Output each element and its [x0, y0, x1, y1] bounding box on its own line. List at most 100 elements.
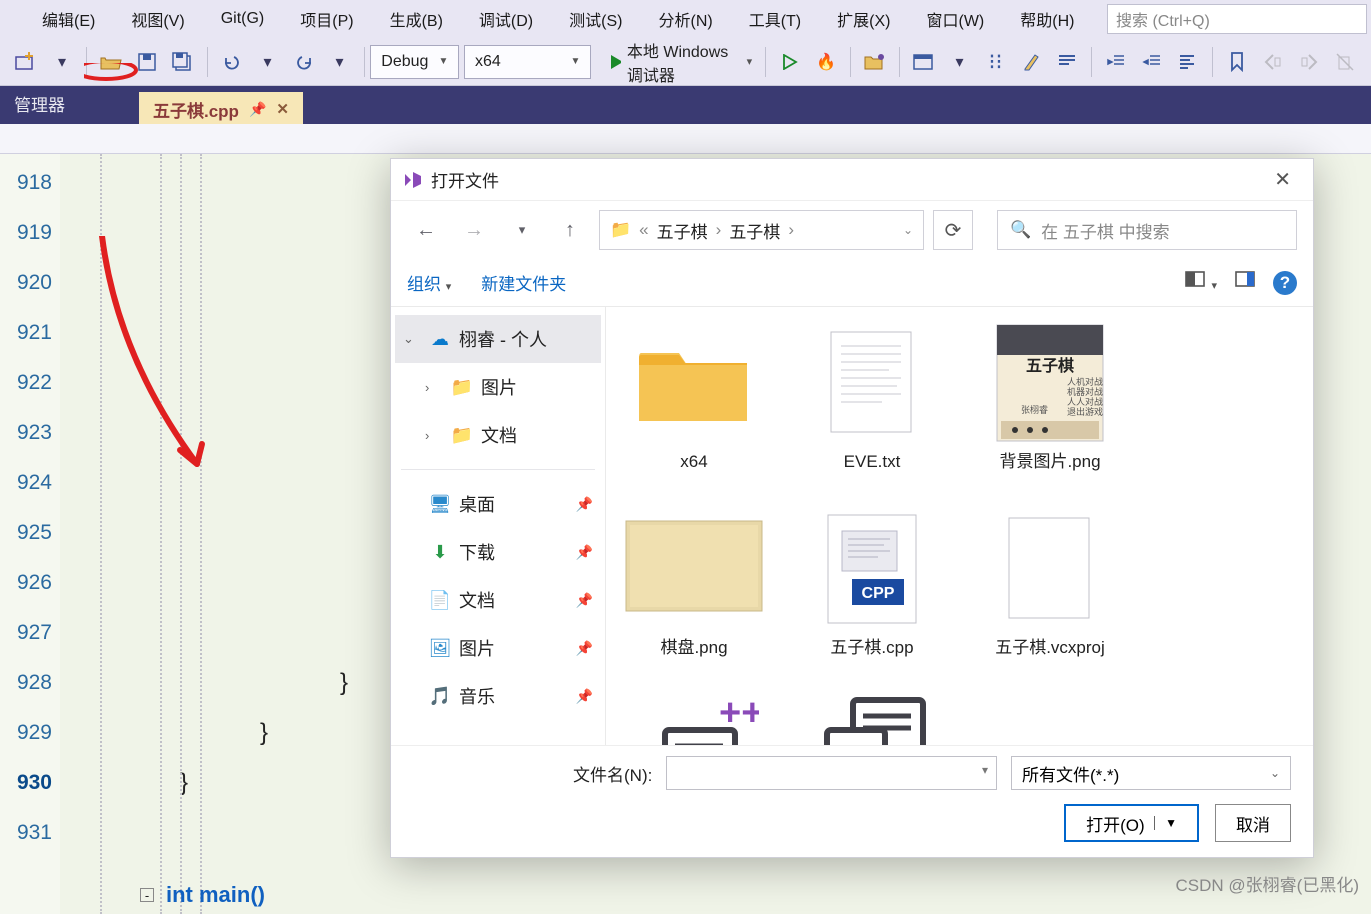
config-combo[interactable]: Debug▼: [370, 45, 459, 79]
pin-icon[interactable]: 📌: [576, 640, 593, 657]
new-folder-button[interactable]: 新建文件夹: [481, 270, 566, 295]
folder-tree[interactable]: ⌄☁栩睿 - 个人 ›📁图片 ›📁文档 🖥桌面📌 ⬇下载📌 📄文档📌 🖼图片📌 …: [391, 307, 606, 745]
download-icon: ⬇: [429, 542, 451, 563]
panel-label[interactable]: 管理器: [0, 83, 79, 124]
tree-pictures-2[interactable]: 🖼图片📌: [395, 624, 601, 672]
tree-downloads[interactable]: ⬇下载📌: [395, 528, 601, 576]
clear-bookmark-icon: [1328, 45, 1362, 79]
dialog-search[interactable]: 🔍 在 五子棋 中搜索: [997, 210, 1297, 250]
recent-dropdown-icon[interactable]: ▾: [503, 211, 541, 249]
tab-title: 五子棋.cpp: [153, 97, 239, 122]
preview-pane-icon[interactable]: [1235, 271, 1255, 294]
pin-icon[interactable]: 📌: [576, 544, 593, 561]
file-item-folder[interactable]: x64: [614, 323, 774, 503]
separator: [364, 47, 365, 77]
up-button[interactable]: ↑: [551, 211, 589, 249]
start-no-debug-button[interactable]: [773, 45, 807, 79]
dialog-titlebar: 打开文件 ✕: [391, 159, 1313, 201]
pin-icon[interactable]: 📌: [576, 592, 593, 609]
next-bookmark-icon: [1292, 45, 1326, 79]
dialog-toolbar: 组织 ▾ 新建文件夹 ▾ ?: [391, 259, 1313, 307]
indent-icon[interactable]: [1099, 45, 1133, 79]
undo-button[interactable]: [215, 45, 249, 79]
cancel-button[interactable]: 取消: [1215, 804, 1291, 842]
menu-window[interactable]: 窗口(W): [908, 0, 1002, 38]
hot-reload-icon[interactable]: 🔥: [809, 45, 843, 79]
tree-music[interactable]: 🎵音乐📌: [395, 672, 601, 720]
close-tab-icon[interactable]: ✕: [276, 100, 289, 118]
organize-button[interactable]: 组织 ▾: [407, 270, 451, 295]
tab-active[interactable]: 五子棋.cpp 📌 ✕: [139, 92, 303, 124]
menu-view[interactable]: 视图(V): [113, 0, 202, 38]
new-item-icon[interactable]: [9, 45, 43, 79]
close-icon[interactable]: ✕: [1264, 163, 1301, 196]
menu-bar: 编辑(E) 视图(V) Git(G) 项目(P) 生成(B) 调试(D) 测试(…: [0, 0, 1371, 38]
browse-folder-icon[interactable]: [858, 45, 892, 79]
menu-edit[interactable]: 编辑(E): [24, 0, 113, 38]
menu-build[interactable]: 生成(B): [372, 0, 461, 38]
save-all-button[interactable]: [166, 45, 200, 79]
redo-button[interactable]: [287, 45, 321, 79]
file-item-bg-png[interactable]: 五子棋人机对战机器对战人人对战张栩睿退出游戏 背景图片.png: [970, 323, 1130, 503]
format-icon[interactable]: [1171, 45, 1205, 79]
pin-icon[interactable]: 📌: [249, 101, 266, 118]
dialog-title: 打开文件: [431, 167, 499, 192]
svg-text:人机对战: 人机对战: [1067, 376, 1103, 387]
file-item-txt[interactable]: EVE.txt: [792, 323, 952, 503]
dropdown-icon[interactable]: ▾: [45, 45, 79, 79]
tree-documents[interactable]: ›📁文档: [395, 411, 601, 459]
file-list[interactable]: x64 EVE.txt 五子棋人机对战机器对战人人对战张栩睿退出游戏 背景图片.…: [606, 307, 1313, 745]
bookmark-icon[interactable]: [1220, 45, 1254, 79]
menu-project[interactable]: 项目(P): [282, 0, 371, 38]
chevron-down-icon[interactable]: ⌄: [903, 223, 913, 237]
menu-git[interactable]: Git(G): [203, 0, 283, 38]
save-button[interactable]: [130, 45, 164, 79]
quick-search[interactable]: 搜索 (Ctrl+Q): [1107, 4, 1367, 34]
menu-tools[interactable]: 工具(T): [731, 0, 819, 38]
window-tool-icon[interactable]: [906, 45, 940, 79]
outdent-icon[interactable]: [1135, 45, 1169, 79]
menu-help[interactable]: 帮助(H): [1002, 0, 1092, 38]
file-item-cpp[interactable]: CPP 五子棋.cpp: [792, 509, 952, 689]
refresh-button[interactable]: ⟳: [933, 210, 973, 250]
help-icon[interactable]: ?: [1273, 271, 1297, 295]
tab-strip: 管理器 五子棋.cpp 📌 ✕: [0, 86, 1371, 124]
forward-button[interactable]: →: [455, 211, 493, 249]
tree-pictures[interactable]: ›📁图片: [395, 363, 601, 411]
highlight-icon[interactable]: [1014, 45, 1048, 79]
open-button[interactable]: 打开(O) ▼: [1064, 804, 1199, 842]
file-item-vcxproj[interactable]: 五子棋.vcxproj: [970, 509, 1130, 689]
redo-dropdown-icon[interactable]: ▾: [323, 45, 357, 79]
menu-analyze[interactable]: 分析(N): [640, 0, 730, 38]
vs-icon: [403, 170, 423, 190]
file-item-user[interactable]: 五子棋. vcxproj.user: [792, 695, 952, 745]
tree-desktop[interactable]: 🖥桌面📌: [395, 480, 601, 528]
file-item-board-png[interactable]: 棋盘.png: [614, 509, 774, 689]
pin-icon[interactable]: 📌: [576, 688, 593, 705]
back-button[interactable]: ←: [407, 211, 445, 249]
svg-text:CPP: CPP: [862, 585, 895, 602]
separator: [850, 47, 851, 77]
menu-debug[interactable]: 调试(D): [461, 0, 551, 38]
menu-test[interactable]: 测试(S): [551, 0, 640, 38]
window-dropdown-icon[interactable]: ▾: [942, 45, 976, 79]
file-type-filter[interactable]: 所有文件(*.*)⌄: [1011, 756, 1291, 790]
platform-combo[interactable]: x64▼: [464, 45, 591, 79]
breadcrumb[interactable]: 📁 « 五子棋› 五子棋› ⌄: [599, 210, 924, 250]
comment-icon[interactable]: [1050, 45, 1084, 79]
view-mode-icon[interactable]: ▾: [1185, 271, 1217, 294]
tree-root[interactable]: ⌄☁栩睿 - 个人: [395, 315, 601, 363]
list-tool-icon[interactable]: ⁝⁝: [978, 45, 1012, 79]
start-debug-button[interactable]: 本地 Windows 调试器 ▾: [603, 45, 758, 79]
filename-label: 文件名(N):: [573, 761, 652, 786]
folder-icon: 📁: [610, 220, 631, 240]
search-placeholder: 搜索 (Ctrl+Q): [1116, 7, 1210, 31]
undo-dropdown-icon[interactable]: ▾: [251, 45, 285, 79]
menu-extensions[interactable]: 扩展(X): [819, 0, 908, 38]
filename-input[interactable]: ▾: [666, 756, 997, 790]
file-item-filters[interactable]: ++ 五子棋. vcxproj.filters: [614, 695, 774, 745]
open-file-button[interactable]: [94, 45, 128, 79]
pin-icon[interactable]: 📌: [576, 496, 593, 513]
tree-documents-2[interactable]: 📄文档📌: [395, 576, 601, 624]
watermark: CSDN @张栩睿(已黑化): [1176, 871, 1359, 896]
